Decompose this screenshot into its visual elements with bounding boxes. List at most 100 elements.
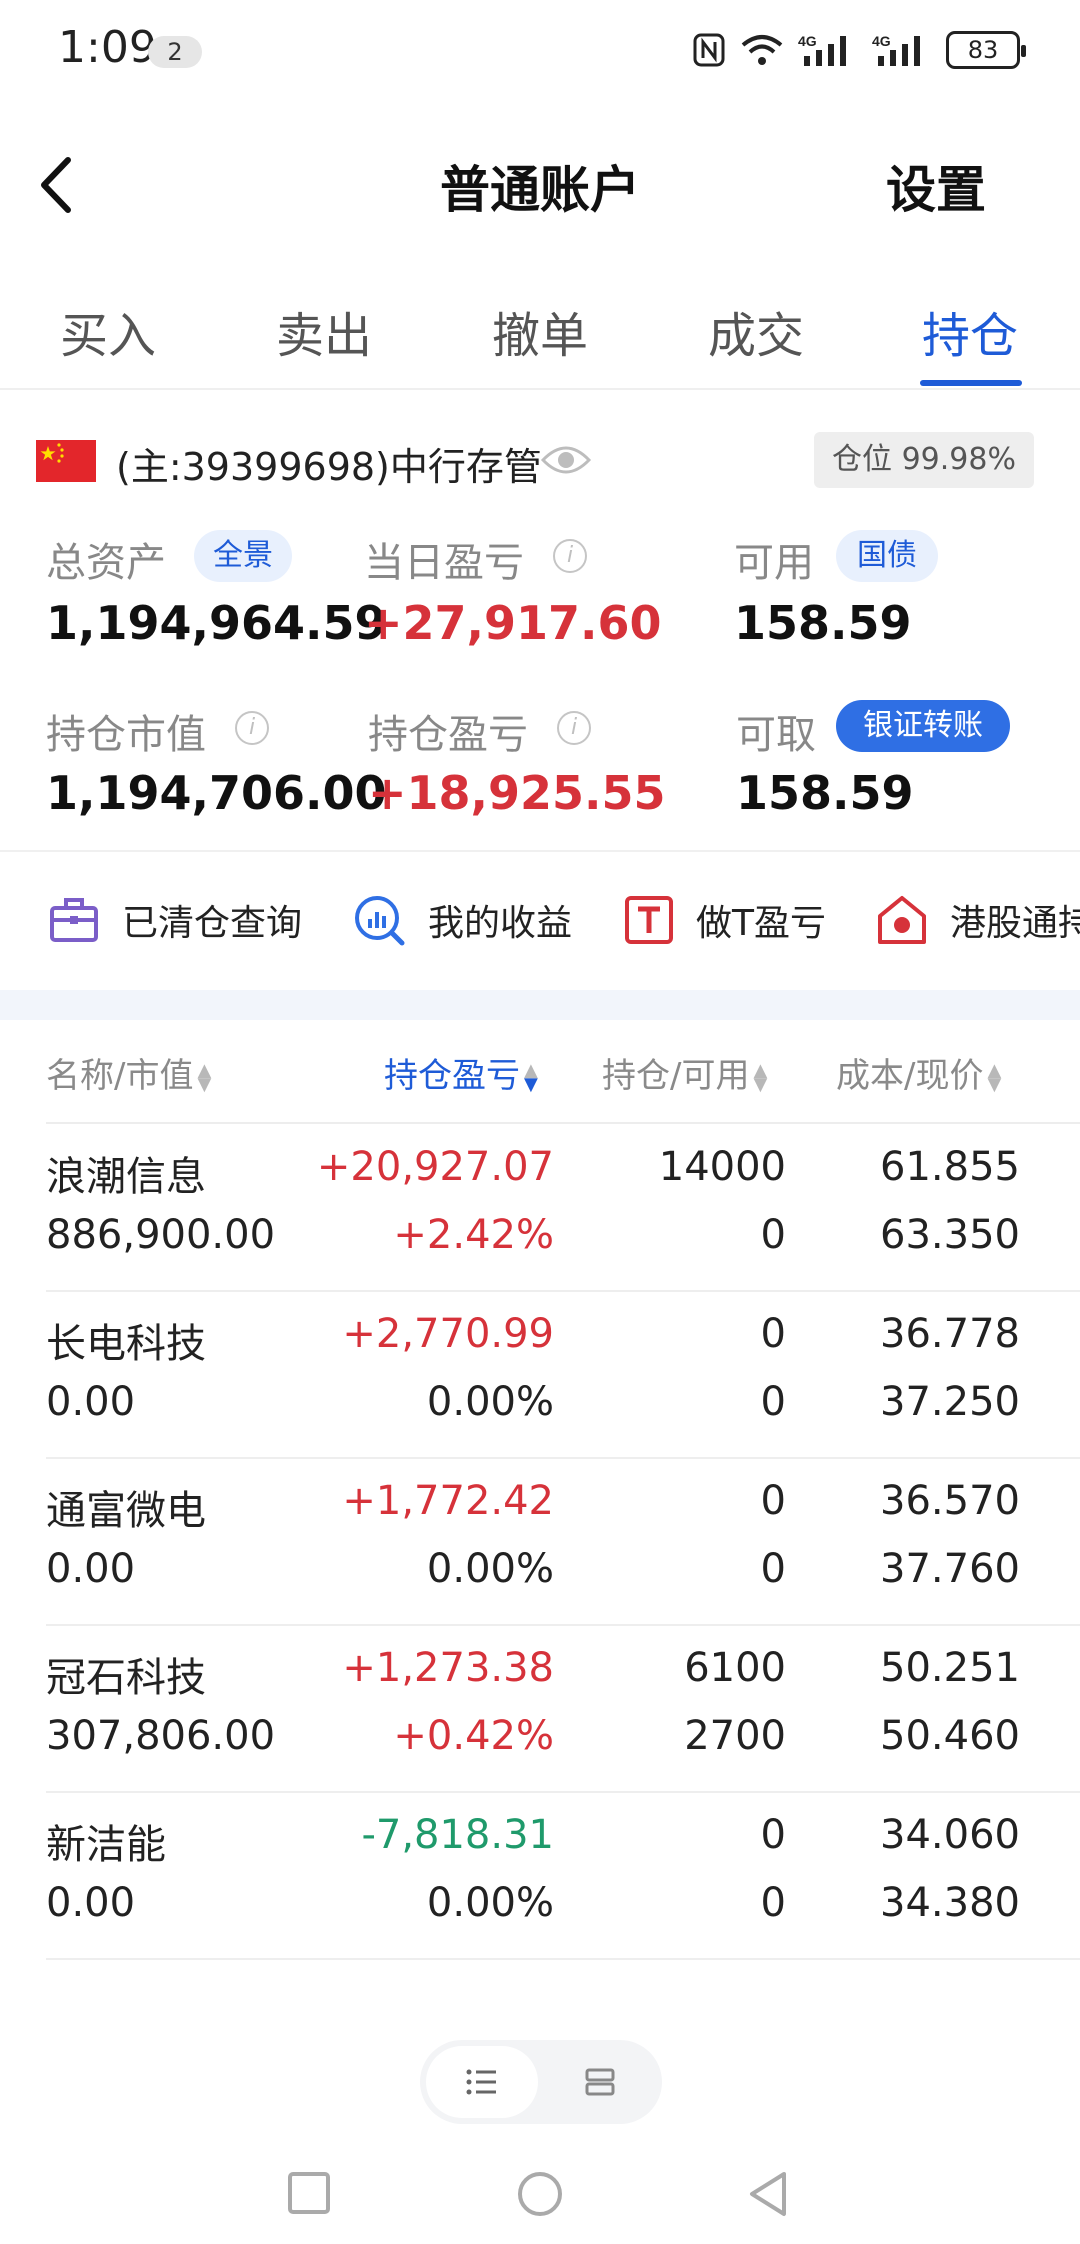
- recent-apps-button[interactable]: [286, 2170, 332, 2216]
- settings-button[interactable]: 设置: [886, 150, 986, 222]
- list-icon: [466, 2069, 496, 2095]
- holding-quantity: 0: [760, 1311, 786, 1357]
- bank-transfer-button[interactable]: 银证转账: [836, 700, 1010, 752]
- holding-quantity: 6100: [684, 1645, 786, 1691]
- tab-buy[interactable]: 买入: [60, 296, 156, 366]
- sort-cost-price[interactable]: 成本/现价 ▲ ▼: [836, 1048, 1001, 1097]
- position-pnl-percent: +2.42%: [393, 1212, 554, 1258]
- eye-icon[interactable]: [540, 442, 592, 478]
- wifi-icon: [741, 35, 783, 65]
- back-nav-button[interactable]: [746, 2170, 790, 2218]
- header-label: 持仓盈亏: [384, 1056, 520, 1096]
- cleared-positions-shortcut[interactable]: 已清仓查询: [48, 890, 302, 950]
- sort-icon: ▲ ▼: [753, 1059, 768, 1095]
- row-divider: [46, 1958, 1080, 1960]
- cost-price: 36.570: [880, 1478, 1020, 1524]
- home-button[interactable]: [516, 2170, 564, 2218]
- current-price: 37.760: [880, 1546, 1020, 1592]
- market-value-value: 1,194,706.00: [46, 766, 387, 820]
- cost-price: 36.778: [880, 1311, 1020, 1357]
- cost-price: 61.855: [880, 1144, 1020, 1190]
- nfc-icon: [693, 33, 725, 67]
- tab-cancel[interactable]: 撤单: [492, 296, 588, 366]
- table-row[interactable]: 浪潮信息 886,900.00 +20,927.07 +2.42% 14000 0 61.8…: [0, 1124, 1080, 1292]
- available-quantity: 0: [760, 1379, 786, 1425]
- day-trade-pnl-shortcut[interactable]: 做T盈亏: [624, 890, 826, 950]
- status-icons: 4G 4G 83: [692, 28, 1026, 72]
- stock-name: 浪潮信息: [46, 1154, 206, 1200]
- sort-position-pnl[interactable]: 持仓盈亏 ▲ ▼: [384, 1048, 538, 1097]
- shortcut-label: 我的收益: [428, 903, 573, 944]
- notification-badge: 2: [148, 36, 202, 68]
- svg-text:4G: 4G: [872, 33, 891, 49]
- position-pnl-label: 持仓盈亏: [368, 712, 528, 758]
- table-row[interactable]: 冠石科技 307,806.00 +1,273.38 +0.42% 6100 2700 50.…: [0, 1625, 1080, 1793]
- shortcut-label: 已清仓查询: [122, 903, 303, 944]
- card-view-button[interactable]: [544, 2046, 656, 2118]
- market-value: 0.00: [46, 1546, 136, 1592]
- available-quantity: 0: [760, 1880, 786, 1926]
- sort-desc-icon: ▲ ▼: [524, 1059, 538, 1095]
- signal-4g-icon: 4G: [798, 33, 846, 66]
- account-row[interactable]: (主:39399698)中行存管 仓位 99.98%: [0, 432, 1080, 496]
- hk-connect-shortcut[interactable]: 港股通持: [876, 890, 1080, 950]
- overview-pill-button[interactable]: 全景: [194, 530, 292, 582]
- info-icon[interactable]: i: [553, 539, 587, 573]
- chevron-left-icon: [41, 157, 71, 213]
- sort-holding-available[interactable]: 持仓/可用 ▲ ▼: [602, 1048, 767, 1097]
- position-pnl: +1,273.38: [342, 1645, 554, 1691]
- info-icon[interactable]: i: [557, 711, 591, 745]
- my-earnings-shortcut[interactable]: 我的收益: [352, 890, 572, 950]
- market-value: 307,806.00: [46, 1713, 276, 1759]
- holding-quantity: 0: [760, 1812, 786, 1858]
- briefcase-icon: [50, 898, 98, 942]
- battery-indicator: 83: [946, 31, 1026, 69]
- china-flag-icon: [36, 440, 96, 482]
- treasury-pill-button[interactable]: 国债: [836, 530, 938, 582]
- tab-sell[interactable]: 卖出: [276, 296, 372, 366]
- status-bar: 1:09 2 4G 4G 83: [0, 0, 1080, 100]
- withdrawable-label: 可取: [736, 712, 816, 758]
- position-pnl: -7,818.31: [361, 1812, 554, 1858]
- svg-text:4G: 4G: [798, 33, 817, 49]
- daily-pnl-value: +27,917.60: [364, 596, 662, 650]
- tab-positions[interactable]: 持仓: [922, 296, 1018, 366]
- divider: [0, 850, 1080, 852]
- holding-quantity: 14000: [658, 1144, 786, 1190]
- table-row[interactable]: 长电科技 0.00 +2,770.99 0.00% 0 0 36.778 37.250: [0, 1291, 1080, 1459]
- shortcut-label: 港股通持: [950, 903, 1080, 944]
- list-view-button[interactable]: [426, 2046, 538, 2118]
- stock-name: 冠石科技: [46, 1655, 206, 1701]
- chart-search-icon: [355, 896, 405, 946]
- available-value: 158.59: [734, 596, 912, 650]
- cost-price: 50.251: [880, 1645, 1020, 1691]
- sort-icon: ▲ ▼: [987, 1059, 1002, 1095]
- back-button[interactable]: [30, 152, 90, 218]
- position-pnl: +1,772.42: [342, 1478, 554, 1524]
- current-price: 37.250: [880, 1379, 1020, 1425]
- table-row[interactable]: 通富微电 0.00 +1,772.42 0.00% 0 0 36.570 37.760: [0, 1458, 1080, 1626]
- trade-tabs: 买入 卖出 撤单 成交 持仓: [0, 280, 1080, 390]
- t-box-icon: [625, 896, 673, 944]
- available-quantity: 0: [760, 1212, 786, 1258]
- stock-name: 长电科技: [46, 1321, 206, 1367]
- header-label: 持仓/可用: [602, 1056, 750, 1096]
- info-icon[interactable]: i: [235, 711, 269, 745]
- header-label: 成本/现价: [836, 1056, 984, 1096]
- signal-4g-icon: 4G: [872, 33, 920, 66]
- current-price: 34.380: [880, 1880, 1020, 1926]
- position-pnl-value: +18,925.55: [368, 766, 666, 820]
- current-price: 50.460: [880, 1713, 1020, 1759]
- table-row[interactable]: 新洁能 0.00 -7,818.31 0.00% 0 0 34.060 34.380: [0, 1792, 1080, 1960]
- view-toggle: [420, 2040, 662, 2124]
- tab-trades[interactable]: 成交: [708, 296, 804, 366]
- cost-price: 34.060: [880, 1812, 1020, 1858]
- position-pnl: +2,770.99: [342, 1311, 554, 1357]
- sort-name-value[interactable]: 名称/市值 ▲ ▼: [46, 1048, 211, 1097]
- card-view-icon: [585, 2068, 615, 2096]
- position-pnl-percent: +0.42%: [393, 1713, 554, 1759]
- position-ratio-badge: 仓位 99.98%: [814, 432, 1034, 488]
- current-price: 63.350: [880, 1212, 1020, 1258]
- stock-name: 新洁能: [46, 1822, 166, 1868]
- stock-name: 通富微电: [46, 1488, 206, 1534]
